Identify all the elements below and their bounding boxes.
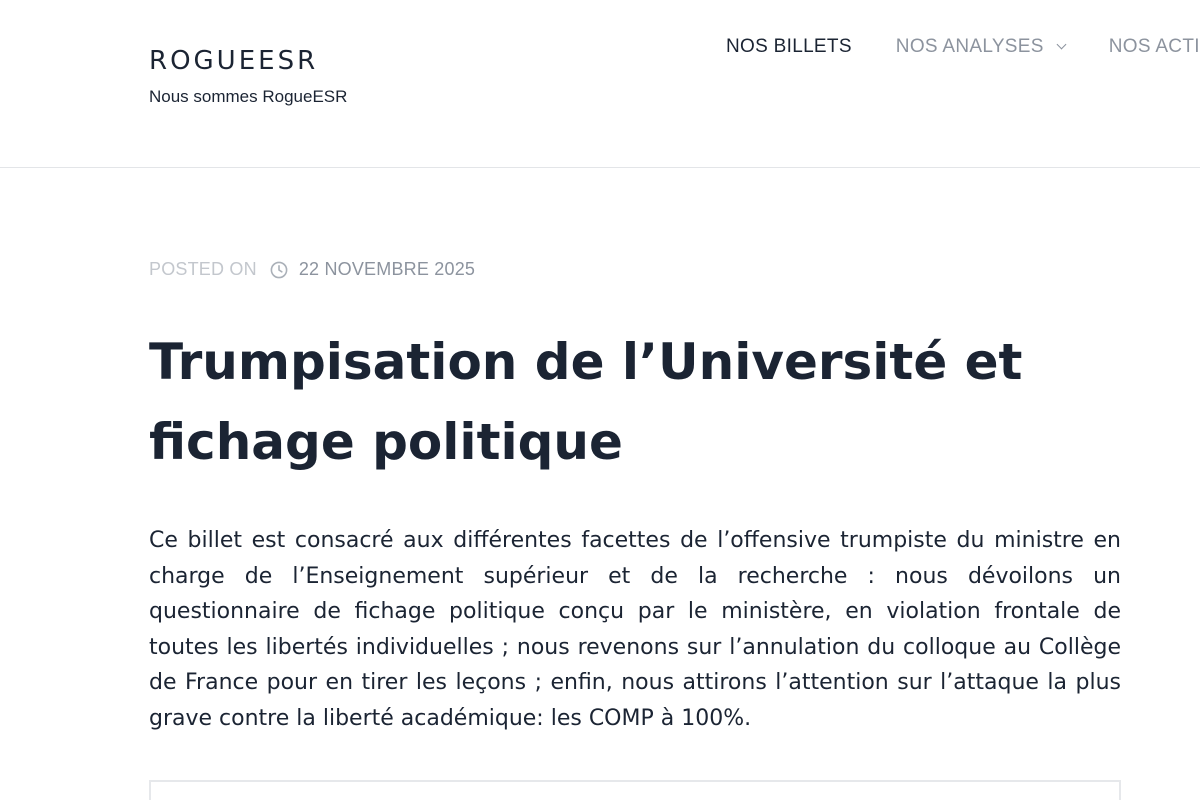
post-date[interactable]: 22 NOVEMBRE 2025 bbox=[299, 259, 475, 280]
post-excerpt: Ce billet est consacré aux différentes f… bbox=[149, 528, 1121, 731]
post-title: Trumpisation de l’Université et fichage … bbox=[149, 333, 1023, 471]
posted-on-label: POSTED ON bbox=[149, 259, 257, 279]
chevron-down-icon bbox=[1056, 39, 1067, 50]
site-header: ROGUEESR Nous sommes RogueESR NOS BILLET… bbox=[0, 0, 1200, 168]
post-meta: POSTED ON 22 NOVEMBRE 2025 bbox=[149, 259, 475, 280]
clock-icon bbox=[270, 261, 288, 279]
nav-item-nos-analyses[interactable]: NOS ANALYSES bbox=[895, 36, 1067, 58]
content-box bbox=[149, 780, 1121, 800]
nav-item-label: NOS ACTIONS bbox=[1108, 36, 1200, 57]
nav-item-nos-actions[interactable]: NOS ACTIONS bbox=[1109, 36, 1200, 58]
site-tagline: Nous sommes RogueESR bbox=[149, 87, 348, 106]
site-title[interactable]: ROGUEESR bbox=[149, 46, 318, 76]
nav-item-nos-billets[interactable]: NOS BILLETS bbox=[726, 36, 852, 58]
main-nav: NOS BILLETS NOS ANALYSES NOS ACTIONS bbox=[726, 36, 1200, 58]
nav-item-label: NOS ANALYSES bbox=[895, 36, 1044, 57]
nav-item-label: NOS BILLETS bbox=[726, 36, 852, 57]
